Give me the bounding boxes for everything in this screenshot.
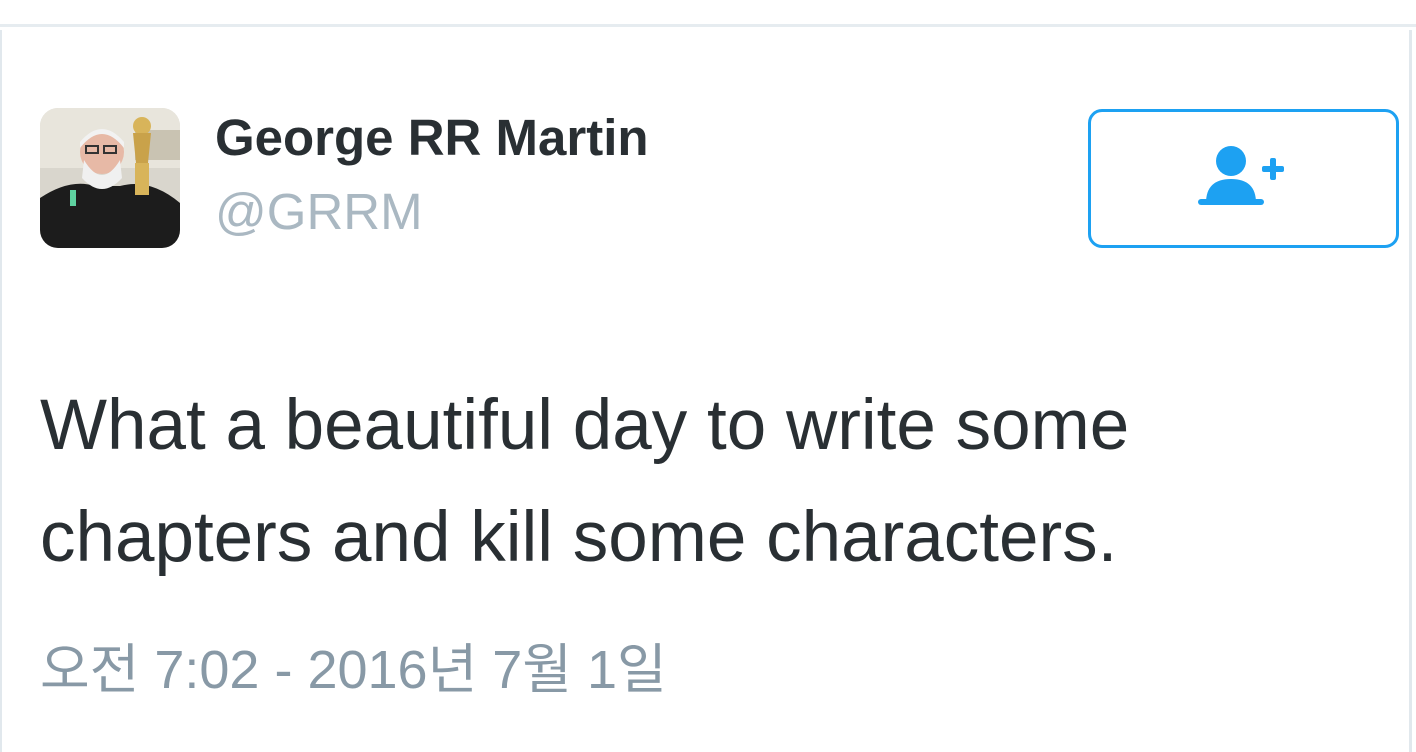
author-avatar[interactable] — [40, 108, 180, 248]
author-display-name[interactable]: George RR Martin — [215, 108, 649, 168]
top-strip — [0, 0, 1416, 24]
tweet-card: George RR Martin @GRRM What a beautiful … — [0, 30, 1412, 752]
follow-user-plus-icon — [1197, 141, 1290, 216]
author-handle[interactable]: @GRRM — [215, 182, 423, 242]
tweet-timestamp[interactable]: 오전 7:02 - 2016년 7월 1일 — [40, 640, 667, 700]
follow-button[interactable] — [1088, 109, 1399, 248]
tweet-text: What a beautiful day to write some chapt… — [40, 370, 1340, 594]
tweet-text-line: What a beautiful day to write some — [40, 386, 1130, 465]
tweet-text-line: chapters and kill some characters. — [40, 498, 1118, 577]
top-divider — [0, 24, 1416, 27]
